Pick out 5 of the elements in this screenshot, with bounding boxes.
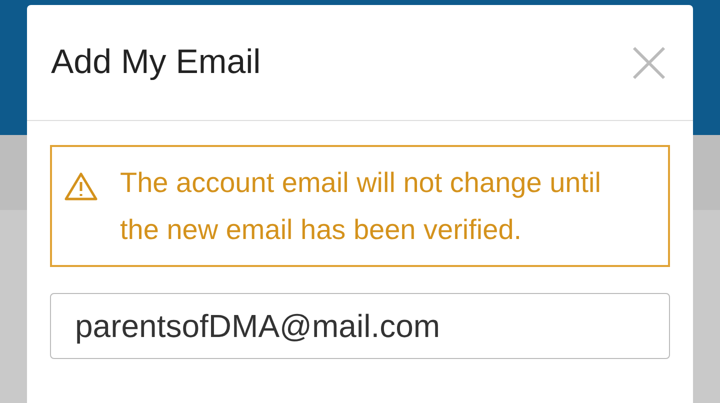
close-icon	[632, 46, 666, 80]
email-field[interactable]: parentsofDMA@mail.com	[50, 293, 670, 359]
dialog-title: Add My Email	[51, 43, 261, 82]
warning-icon	[64, 171, 98, 201]
warning-message: The account email will not change until the new email has been verified.	[50, 145, 670, 267]
